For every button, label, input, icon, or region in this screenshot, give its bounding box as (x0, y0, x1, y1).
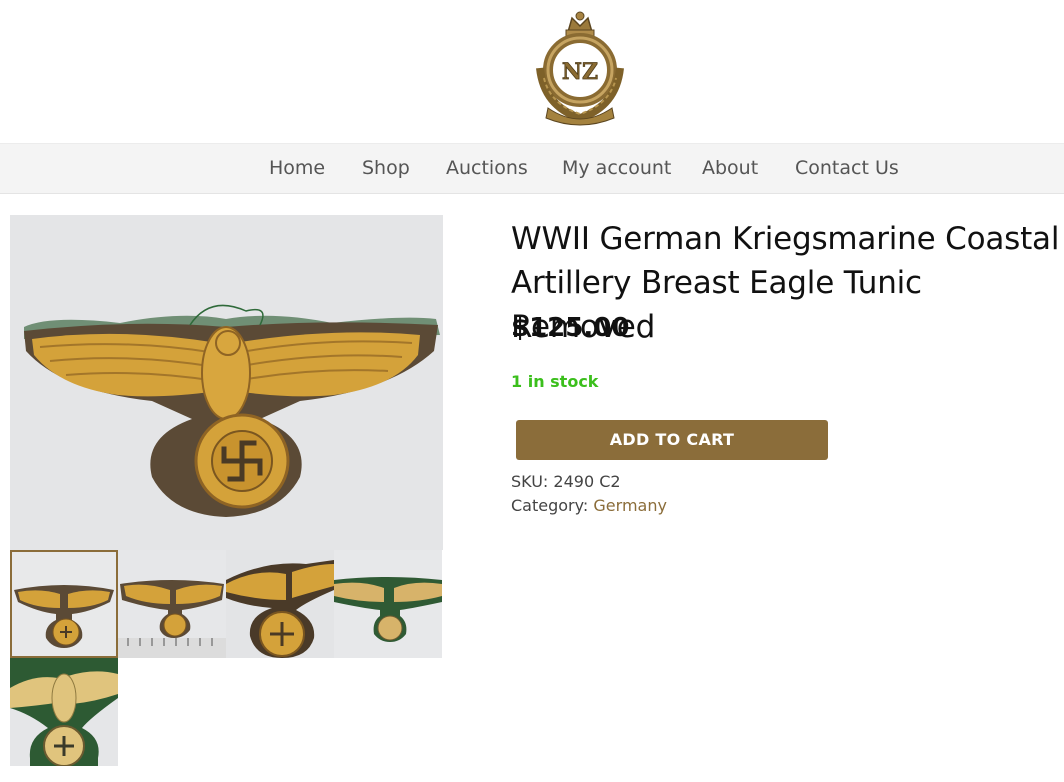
category-label: Category: (511, 496, 589, 515)
sku-label: SKU: (511, 472, 549, 491)
nav-contact-us[interactable]: Contact Us (795, 157, 899, 179)
product-main-image[interactable] (10, 215, 443, 550)
product-thumbnail-1[interactable] (10, 550, 118, 658)
main-navigation: Home Shop Auctions My account About Cont… (0, 143, 1064, 194)
stock-status: 1 in stock (511, 372, 599, 391)
product-thumbnail-4[interactable] (334, 550, 442, 658)
add-to-cart-button[interactable]: ADD TO CART (516, 420, 828, 460)
site-header: NZ (0, 0, 1064, 143)
product-thumbnail-3[interactable] (226, 550, 334, 658)
sku-value: 2490 C2 (553, 472, 621, 491)
category-link-germany[interactable]: Germany (593, 496, 667, 515)
product-sku: SKU: 2490 C2 (511, 472, 621, 491)
product-price: $125.00 (511, 313, 630, 343)
nav-auctions[interactable]: Auctions (446, 157, 528, 179)
product-thumbnail-5[interactable] (10, 658, 118, 766)
product-category: Category: Germany (511, 496, 667, 515)
nav-about[interactable]: About (702, 157, 758, 179)
nav-my-account[interactable]: My account (562, 157, 671, 179)
nz-badge-logo[interactable]: NZ (530, 8, 630, 128)
nav-home[interactable]: Home (269, 157, 325, 179)
logo-text: NZ (562, 59, 598, 85)
nav-shop[interactable]: Shop (362, 157, 410, 179)
product-thumbnail-2[interactable] (118, 550, 226, 658)
product-title-line-1: WWII German Kriegsmarine Coastal (511, 221, 1060, 257)
